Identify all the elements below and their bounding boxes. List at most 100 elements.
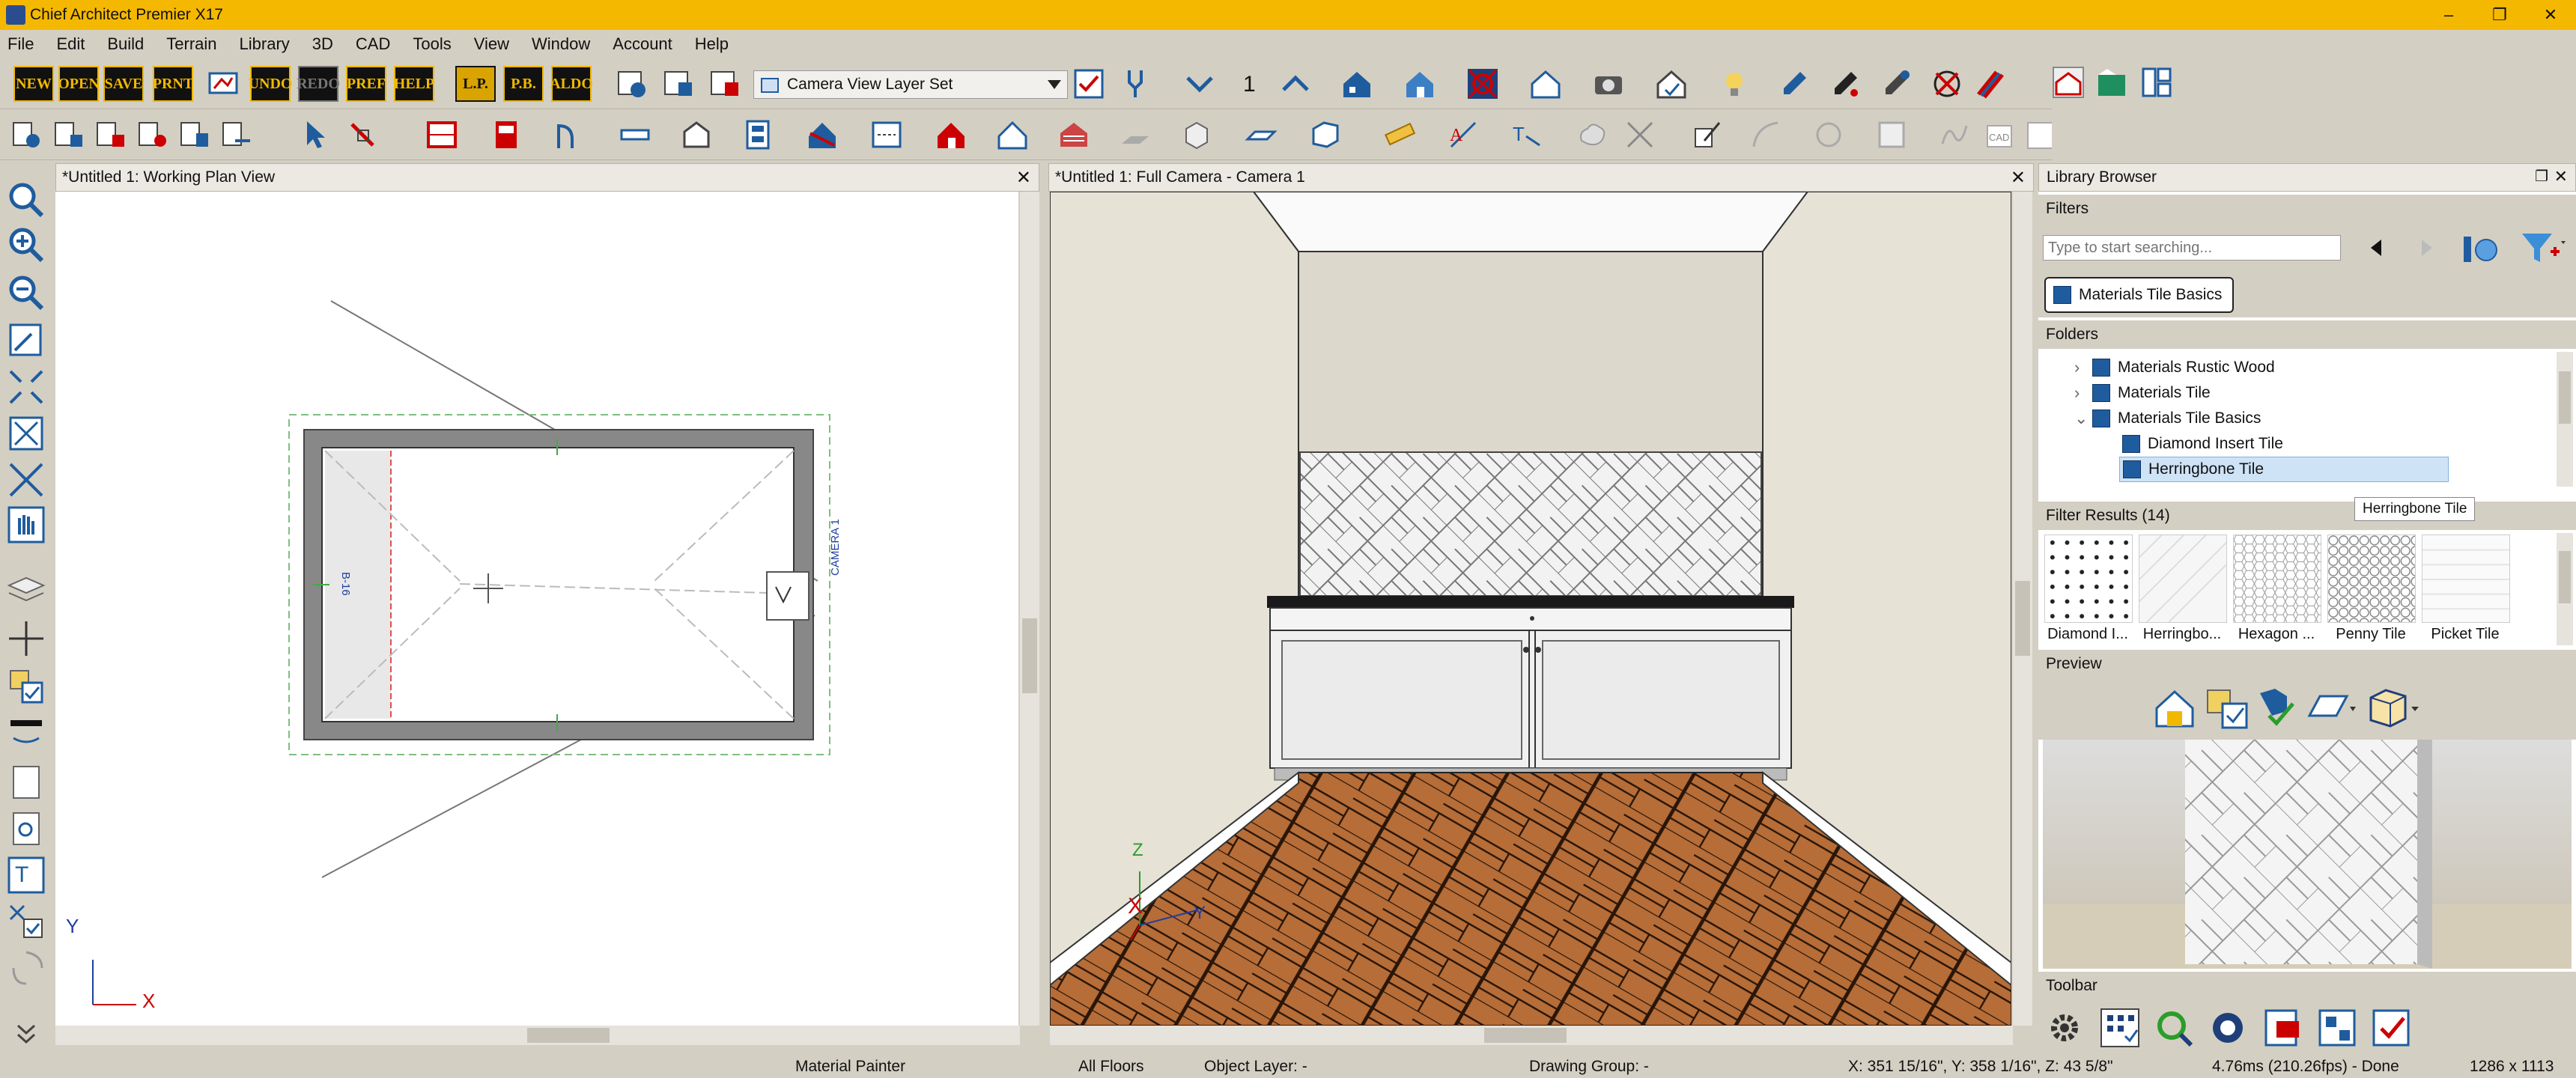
preferences-button[interactable]: PREF — [346, 66, 386, 102]
print-preview-icon[interactable] — [6, 808, 46, 849]
result-thumb-penny[interactable] — [2327, 535, 2416, 623]
menu-file[interactable]: File — [7, 34, 34, 54]
plan-horizontal-scrollbar[interactable] — [55, 1026, 1020, 1045]
material-painter-icon[interactable] — [1880, 67, 1913, 100]
filter-chip[interactable]: Materials Tile Basics — [2044, 277, 2235, 313]
layer-display-options-icon[interactable] — [1072, 67, 1105, 100]
menu-help[interactable]: Help — [695, 34, 729, 54]
paint-dropper-icon[interactable] — [1829, 67, 1862, 100]
pan-hand-icon[interactable] — [6, 505, 46, 545]
circle-tool-icon[interactable] — [1812, 118, 1845, 151]
results-scrollbar[interactable] — [2557, 533, 2573, 645]
back-arrow-icon[interactable] — [2363, 235, 2389, 261]
material-eyedropper-icon[interactable] — [1778, 67, 1811, 100]
brush-stripes-icon[interactable] — [1974, 67, 2007, 100]
down-one-floor-icon[interactable] — [1183, 67, 1216, 100]
open-button[interactable]: OPEN — [58, 66, 100, 102]
box-tool-icon[interactable] — [1309, 118, 1342, 151]
undo-button[interactable]: UNDO — [249, 66, 292, 102]
dimension-line-icon[interactable]: A — [1447, 118, 1480, 151]
zoom-out-icon[interactable] — [6, 272, 46, 313]
layer-preview-icon[interactable] — [2205, 686, 2250, 731]
save-button[interactable]: SAVE — [103, 66, 144, 102]
up-one-floor-icon[interactable] — [1279, 67, 1312, 100]
menu-cad[interactable]: CAD — [356, 34, 390, 54]
new-button[interactable]: NEW — [13, 66, 54, 102]
deck-tool-icon[interactable] — [1057, 118, 1090, 151]
menu-build[interactable]: Build — [107, 34, 144, 54]
forward-arrow-icon[interactable] — [2414, 235, 2440, 261]
result-thumb-picket[interactable] — [2422, 535, 2510, 623]
cross-lines-icon[interactable] — [1623, 118, 1656, 151]
plot-data-icon[interactable] — [52, 118, 85, 151]
line-weight-icon[interactable] — [6, 713, 46, 753]
undock-icon[interactable]: ❐ — [2535, 167, 2548, 186]
material-check-icon[interactable] — [2253, 686, 2297, 731]
window-tool-icon[interactable] — [619, 118, 651, 151]
help-button[interactable]: HELP — [394, 66, 434, 102]
box-outline-icon[interactable] — [1875, 118, 1908, 151]
check-list-icon[interactable] — [2369, 1006, 2413, 1050]
library-browser-icon[interactable] — [2052, 66, 2085, 99]
camera-vertical-scrollbar[interactable] — [2013, 192, 2032, 1026]
spline-tool-icon[interactable] — [1938, 118, 1971, 151]
expand-icon[interactable]: › — [2074, 358, 2092, 377]
layout-page-icon[interactable] — [662, 67, 695, 100]
restore-button[interactable]: ❐ — [2474, 0, 2525, 30]
expand-icon[interactable]: › — [2074, 383, 2092, 403]
fixture-tool-icon[interactable] — [1180, 118, 1213, 151]
camera-view-canvas[interactable]: Z X Y — [1050, 192, 2011, 1026]
cabinet-tool-icon[interactable] — [490, 118, 523, 151]
menu-tools[interactable]: Tools — [413, 34, 451, 54]
tile-windows-icon[interactable] — [2140, 66, 2173, 99]
camera-icon[interactable] — [1592, 67, 1625, 100]
layers-icon[interactable] — [6, 570, 46, 611]
building-tool-icon[interactable] — [996, 118, 1029, 151]
project-browser-icon[interactable] — [2095, 66, 2128, 99]
layer-set-select[interactable]: Camera View Layer Set — [753, 70, 1068, 99]
callout-cloud-icon[interactable] — [1576, 118, 1609, 151]
layout-icon[interactable] — [2315, 1006, 2359, 1050]
house-exterior-icon[interactable] — [1340, 67, 1373, 100]
search-library-icon[interactable] — [2152, 1006, 2196, 1050]
terrain-tool-icon[interactable] — [1119, 118, 1152, 151]
camera-horizontal-scrollbar[interactable] — [1050, 1026, 2013, 1045]
export-pdf-icon[interactable] — [178, 118, 211, 151]
close-button[interactable]: ✕ — [2525, 0, 2576, 30]
print-button[interactable]: PRNT — [153, 66, 193, 102]
gear-icon[interactable] — [2043, 1006, 2086, 1050]
page-icon[interactable] — [6, 762, 46, 803]
chevron-down-double-icon[interactable] — [6, 1021, 46, 1047]
result-thumb-diamond[interactable] — [2044, 535, 2133, 623]
wrench-icon[interactable] — [1119, 67, 1152, 100]
fill-window-building-icon[interactable] — [6, 413, 46, 454]
edit-handle-icon[interactable] — [346, 118, 379, 151]
plan-book-button[interactable]: P.B. — [503, 66, 544, 102]
add-to-plan-icon[interactable] — [2152, 686, 2197, 731]
close-plan-view-icon[interactable]: ✕ — [1016, 167, 1031, 189]
cad-detail-icon[interactable]: CAD — [1983, 118, 2016, 151]
preview-plane-icon[interactable] — [2305, 686, 2357, 731]
fill-window-all-icon[interactable] — [6, 460, 46, 500]
layout-send-icon[interactable] — [616, 67, 648, 100]
undo-zoom-icon[interactable] — [6, 320, 46, 361]
camera-target-icon[interactable] — [1466, 67, 1499, 100]
pdf-catalog-icon[interactable] — [2261, 1006, 2305, 1050]
plan-view-canvas[interactable]: B-16 CAMERA 1 Y X — [55, 192, 1018, 1026]
menu-terrain[interactable]: Terrain — [166, 34, 216, 54]
menu-3d[interactable]: 3D — [312, 34, 333, 54]
zoom-icon[interactable] — [6, 180, 46, 220]
text-style-icon[interactable]: T — [6, 855, 46, 895]
house-interior-icon[interactable] — [1403, 67, 1436, 100]
close-camera-view-icon[interactable]: ✕ — [2011, 167, 2026, 189]
send-layout-icon[interactable] — [220, 118, 253, 151]
room-tool-icon[interactable] — [741, 118, 774, 151]
add-filter-icon[interactable] — [2518, 229, 2567, 267]
folder-herringbone-tile[interactable]: Herringbone Tile — [2119, 457, 2449, 482]
fill-window-icon[interactable] — [6, 367, 46, 407]
zoom-in-icon[interactable] — [6, 225, 46, 265]
preview-cube-icon[interactable] — [2363, 686, 2423, 731]
library-search-input[interactable] — [2043, 235, 2341, 261]
door-tool-icon[interactable] — [554, 118, 587, 151]
text-tool-icon[interactable]: T — [1510, 118, 1543, 151]
